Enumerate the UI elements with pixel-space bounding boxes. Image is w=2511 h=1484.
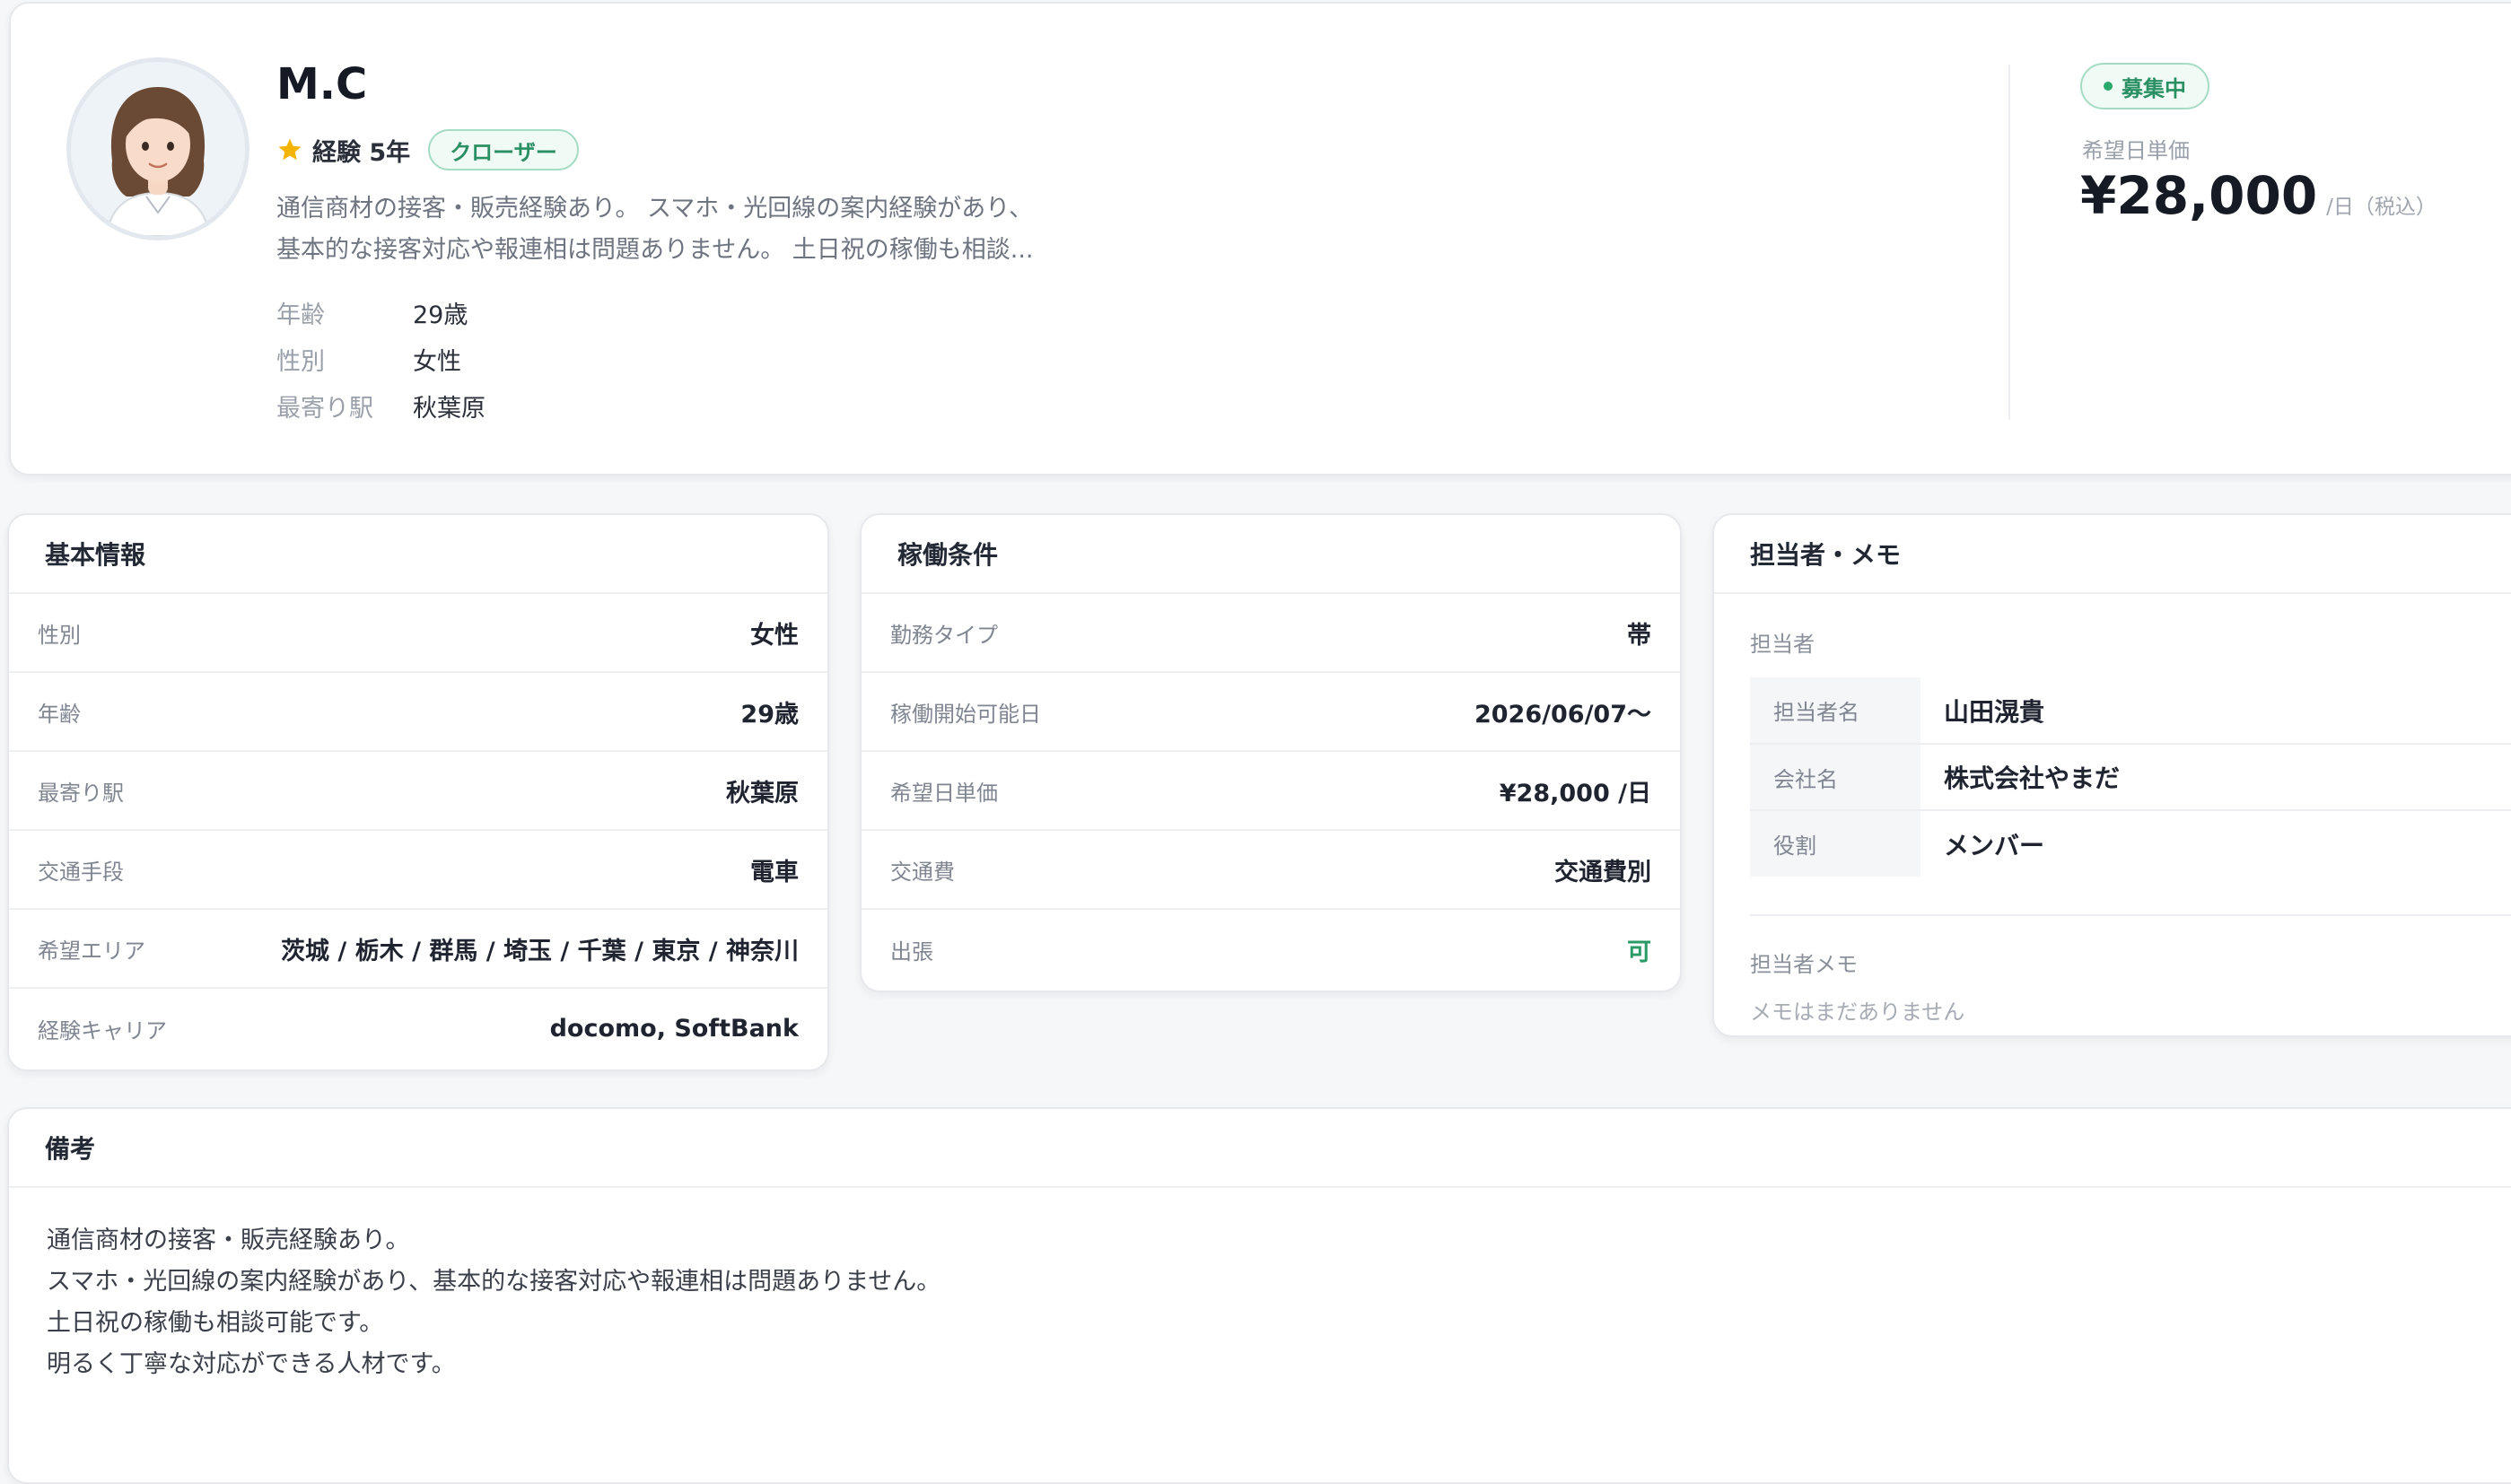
table-row: 性別 女性 [9,594,827,673]
fact-value: 秋葉原 [413,394,486,423]
table-row: 稼働開始可能日 2026/06/07〜 [862,673,1680,752]
row-label: 稼働開始可能日 [890,701,1041,727]
row-value: docomo, SoftBank [549,1014,799,1043]
row-value: 29歳 [740,700,799,729]
row-label: 出張 [890,938,933,965]
fact-station: 最寄り駅 秋葉原 [276,382,486,429]
section-title: 基本情報 [9,515,827,594]
section-title: 担当者・メモ [1714,515,2511,594]
role-tag: クローザー [428,129,579,170]
row-value: 交通費別 [1554,858,1651,886]
table-row: 勤務タイプ 帯 [862,594,1680,673]
profile-summary: 通信商材の接客・販売経験あり。 スマホ・光回線の案内経験があり、 基本的な接客対… [276,188,1174,271]
row-value: 株式会社やまだ [1920,744,2511,811]
fact-value: 29歳 [413,301,468,329]
fact-label: 性別 [276,347,325,376]
table-row: 最寄り駅 秋葉原 [9,752,827,831]
table-row: 会社名 株式会社やまだ [1750,744,2511,811]
row-value: 茨城 / 栃木 / 群馬 / 埼玉 / 千葉 / 東京 / 神奈川 [281,937,799,965]
basic-info-card: 基本情報 性別 女性 年齢 29歳 最寄り駅 秋葉原 交通手段 電車 希望エリア 茨城 /… [7,513,829,1071]
status-text: 募集中 [2122,75,2186,101]
candidate-name: M.C [276,59,368,109]
table-row: 希望エリア 茨城 / 栃木 / 群馬 / 埼玉 / 千葉 / 東京 / 神奈川 [9,910,827,989]
row-label: 会社名 [1750,744,1920,811]
row-label: 交通手段 [38,859,124,885]
table-row: 出張 可 [862,910,1680,989]
staff-section-label: 担当者 [1750,632,1815,657]
staff-divider [1750,914,2511,916]
experience-row: 経験 5年 クローザー [276,129,579,170]
row-label: 希望エリア [38,938,145,964]
row-label: 最寄り駅 [38,780,124,806]
row-value: 電車 [750,858,799,886]
row-value: メンバー [1944,830,2045,860]
fact-value: 女性 [413,347,461,376]
summary-line: 通信商材の接客・販売経験あり。 スマホ・光回線の案内経験があり、 [276,195,1034,223]
rate-label: 希望日単価 [2082,138,2190,163]
table-row: 担当者名 山田滉貴 [1750,677,2511,745]
remarks-body: 通信商材の接客・販売経験あり。 スマホ・光回線の案内経験があり、基本的な接客対応… [9,1188,2511,1418]
table-row: 役割 メンバー [1750,810,2511,877]
status-badge: 募集中 [2080,63,2209,109]
row-label: 希望日単価 [890,780,998,806]
avatar-illustration-icon [71,62,245,236]
row-value: 2026/06/07〜 [1474,700,1651,729]
section-title: 稼働条件 [862,515,1680,594]
remarks-line: スマホ・光回線の案内経験があり、基本的な接客対応や報連相は問題ありません。 [47,1268,941,1296]
row-label: 担当者名 [1750,677,1920,745]
row-label: 勤務タイプ [890,622,998,648]
fact-label: 最寄り駅 [276,394,373,423]
remarks-line: 明るく丁寧な対応ができる人材です。 [47,1350,456,1378]
row-label: 年齢 [38,701,81,727]
memo-label: 担当者メモ [1750,952,1858,977]
row-label: 役割 [1750,810,1920,877]
fact-gender: 性別 女性 [276,336,486,382]
table-row: 交通費 交通費別 [862,831,1680,910]
row-value: 女性 [750,621,799,650]
staff-table: 担当者名 山田滉貴 会社名 株式会社やまだ 役割 メンバー [1750,677,2511,877]
row-value: 可 [1627,938,1651,966]
profile-card: M.C 経験 5年 クローザー 通信商材の接客・販売経験あり。 スマホ・光回線の… [9,2,2511,476]
row-value: 秋葉原 [726,779,799,807]
table-row: 交通手段 電車 [9,831,827,910]
rate-unit: /日（税込） [2326,196,2437,219]
summary-line: 基本的な接客対応や報連相は問題ありません。 土日祝の稼働も相談... [276,236,1034,264]
table-row: 年齢 29歳 [9,673,827,752]
row-label: 性別 [38,622,81,648]
row-value: 帯 [1627,621,1651,650]
table-row: 経験キャリア docomo, SoftBank [9,989,827,1068]
work-conditions-card: 稼働条件 勤務タイプ 帯 稼働開始可能日 2026/06/07〜 希望日単価 ¥28,… [860,513,1682,992]
row-label: 交通費 [890,859,955,885]
experience-years: 経験 5年 [312,138,411,167]
fact-age: 年齢 29歳 [276,289,486,336]
remarks-line: 土日祝の稼働も相談可能です。 [47,1309,384,1337]
memo-empty-text: メモはまだありません [1750,1000,1965,1025]
table-row: 希望日単価 ¥28,000 /日 [862,752,1680,831]
profile-divider [2008,65,2010,420]
rate-value: ¥28,000 [2080,165,2318,226]
section-title: 備考 [9,1109,2511,1188]
profile-facts: 年齢 29歳 性別 女性 最寄り駅 秋葉原 [276,289,486,429]
star-icon [278,138,302,161]
staff-body: 担当者 担当者名 山田滉貴 会社名 株式会社やまだ 役割 メンバー 担当者メモ メモは… [1714,594,2511,1035]
remarks-line: 通信商材の接客・販売経験あり。 [47,1226,410,1254]
row-value: 山田滉貴 [1920,677,2511,745]
rate: ¥28,000 /日（税込） [2080,165,2437,226]
fact-label: 年齢 [276,301,325,329]
row-label: 経験キャリア [38,1017,167,1043]
avatar [66,57,249,240]
staff-memo-card: 担当者・メモ 担当者 担当者名 山田滉貴 会社名 株式会社やまだ 役割 メンバー 担当… [1712,513,2511,1037]
status-dot-icon [2104,82,2113,91]
row-value: ¥28,000 /日 [1499,779,1651,807]
remarks-card: 備考 通信商材の接客・販売経験あり。 スマホ・光回線の案内経験があり、基本的な接… [7,1107,2511,1484]
